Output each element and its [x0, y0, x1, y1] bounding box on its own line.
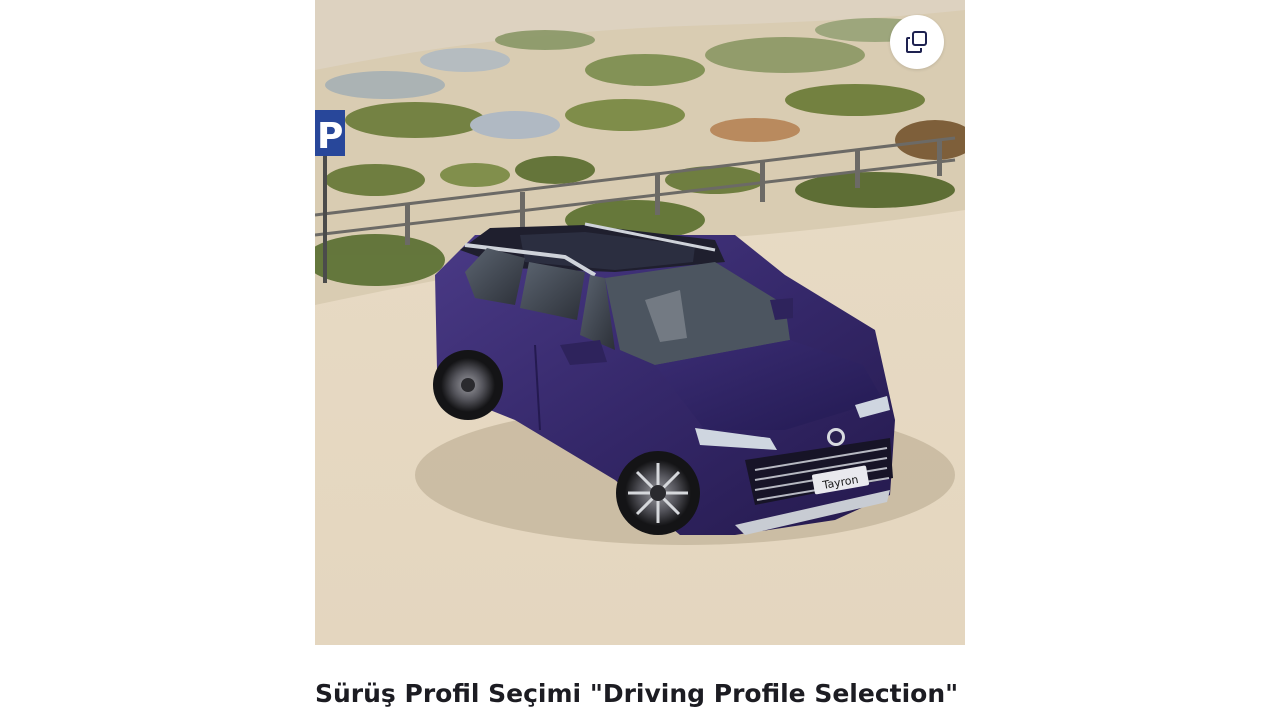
- hero-image: P Tayron: [315, 0, 965, 645]
- copy-icon: [906, 31, 927, 53]
- parking-sign-text: P: [317, 116, 343, 157]
- page: P Tayron Sürüş Profil Seçimi "Driving Pr…: [0, 0, 1280, 720]
- car-photo: P Tayron: [315, 0, 965, 645]
- gallery-expand-button[interactable]: [890, 15, 944, 69]
- section-title: Sürüş Profil Seçimi "Driving Profile Sel…: [315, 679, 959, 708]
